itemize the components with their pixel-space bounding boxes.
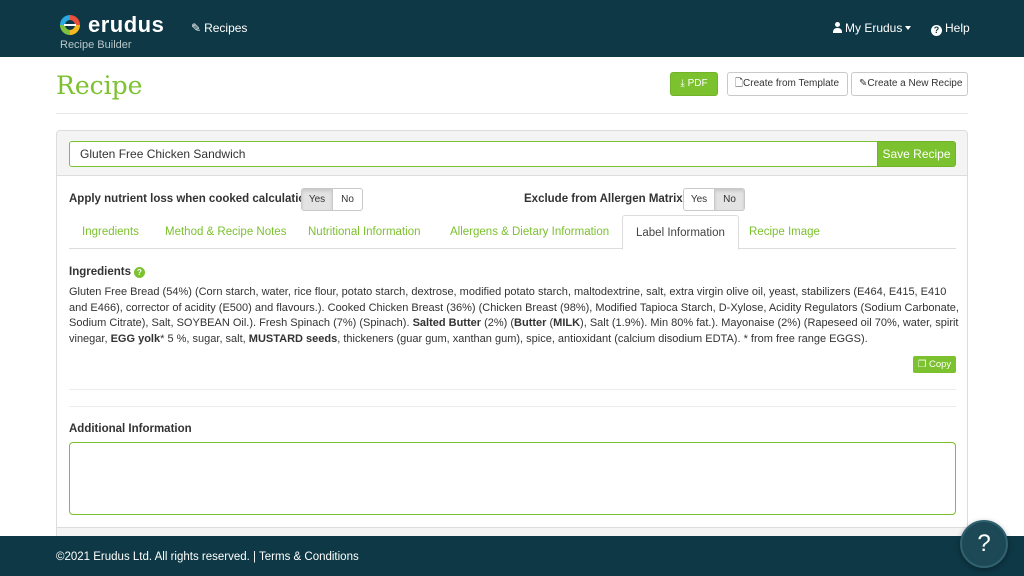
allergen-emphasis: MILK bbox=[553, 317, 581, 330]
tab-ingredients[interactable]: Ingredients bbox=[69, 215, 152, 249]
brand-name: erudus bbox=[88, 12, 165, 37]
brand-subtitle: Recipe Builder bbox=[60, 39, 132, 51]
nav-recipes[interactable]: ✎ Recipes bbox=[191, 21, 247, 35]
exclude-allergen-no-button[interactable]: No bbox=[714, 189, 744, 210]
panel-heading: Gluten Free Chicken Sandwich Save Recipe bbox=[57, 131, 967, 176]
tab-method-recipe-notes[interactable]: Method & Recipe Notes bbox=[152, 215, 299, 249]
divider bbox=[69, 406, 956, 407]
recipe-panel: Gluten Free Chicken Sandwich Save Recipe… bbox=[56, 130, 968, 540]
save-recipe-button[interactable]: Save Recipe bbox=[877, 141, 956, 167]
header-divider bbox=[56, 113, 968, 114]
nutrient-loss-yes-button[interactable]: Yes bbox=[302, 189, 332, 210]
nav-recipes-label: Recipes bbox=[204, 21, 248, 35]
page-title: Recipe bbox=[56, 71, 143, 100]
copy-icon: ❐ bbox=[917, 359, 927, 370]
download-icon: ⤓ bbox=[680, 78, 685, 89]
divider bbox=[69, 389, 956, 390]
allergen-emphasis: EGG yolk bbox=[110, 333, 161, 346]
user-icon bbox=[833, 22, 842, 33]
edit-icon: ✎ bbox=[191, 21, 202, 35]
recipe-tabs: Ingredients Method & Recipe Notes Nutrit… bbox=[69, 215, 956, 250]
tab-allergens-dietary-information[interactable]: Allergens & Dietary Information bbox=[437, 215, 622, 249]
copy-button[interactable]: ❐ Copy bbox=[913, 356, 956, 373]
tab-label-information[interactable]: Label Information bbox=[622, 215, 739, 250]
tab-recipe-image[interactable]: Recipe Image bbox=[736, 215, 833, 249]
erudus-logo-icon bbox=[60, 15, 80, 35]
tab-nutritional-information[interactable]: Nutritional Information bbox=[295, 215, 434, 249]
help-chat-button[interactable]: ? bbox=[960, 520, 1008, 568]
ingredients-segment: , thickeners (guar gum, xanthan gum), sp… bbox=[337, 333, 868, 346]
question-circle-icon: ? bbox=[931, 25, 942, 36]
ingredients-segment: * 5 %, sugar, salt, bbox=[160, 333, 249, 346]
pdf-button-label: PDF bbox=[687, 78, 708, 89]
footer-copyright: ©2021 Erudus Ltd. All rights reserved. |… bbox=[56, 551, 359, 563]
allergen-emphasis: Butter bbox=[514, 317, 547, 330]
allergen-emphasis: MUSTARD seeds bbox=[248, 333, 338, 346]
exclude-allergen-yes-button[interactable]: Yes bbox=[684, 189, 714, 210]
additional-information-textarea[interactable] bbox=[69, 442, 956, 515]
nutrient-loss-no-button[interactable]: No bbox=[332, 189, 362, 210]
page-footer: ©2021 Erudus Ltd. All rights reserved. |… bbox=[0, 536, 1024, 576]
create-new-recipe-label: Create a New Recipe bbox=[867, 78, 963, 89]
top-navbar: erudus Recipe Builder ✎ Recipes My Erudus… bbox=[0, 0, 1024, 57]
exclude-allergen-label: Exclude from Allergen Matrix? : bbox=[524, 193, 697, 205]
nav-my-erudus-label: My Erudus bbox=[845, 21, 903, 35]
allergen-emphasis: Salted Butter bbox=[412, 317, 482, 330]
nav-help-label: Help bbox=[945, 21, 970, 35]
create-new-recipe-button[interactable]: ✎Create a New Recipe bbox=[851, 72, 968, 96]
ingredients-declaration: Gluten Free Bread (54%) (Corn starch, wa… bbox=[69, 285, 959, 348]
ingredients-segment: (2%) ( bbox=[481, 317, 515, 330]
question-circle-icon[interactable]: ? bbox=[133, 267, 145, 278]
copy-file-icon: 🗋 bbox=[735, 78, 744, 89]
create-from-template-label: Create from Template bbox=[743, 78, 840, 89]
nutrient-loss-toggle: Yes No bbox=[301, 188, 363, 211]
nav-help[interactable]: ? Help bbox=[931, 21, 970, 36]
additional-information-heading: Additional Information bbox=[69, 423, 192, 435]
ingredients-heading: Ingredients? bbox=[69, 266, 145, 278]
create-from-template-button[interactable]: 🗋Create from Template bbox=[727, 72, 848, 96]
caret-down-icon bbox=[905, 26, 912, 30]
exclude-allergen-toggle: Yes No bbox=[683, 188, 745, 211]
pdf-button[interactable]: ⤓ PDF bbox=[670, 72, 718, 96]
ingredients-heading-text: Ingredients bbox=[69, 266, 131, 278]
nav-my-erudus[interactable]: My Erudus bbox=[833, 21, 912, 35]
recipe-name-input[interactable]: Gluten Free Chicken Sandwich bbox=[69, 141, 878, 167]
nutrient-loss-label: Apply nutrient loss when cooked calculat… bbox=[69, 193, 326, 205]
copy-button-label: Copy bbox=[928, 359, 952, 370]
